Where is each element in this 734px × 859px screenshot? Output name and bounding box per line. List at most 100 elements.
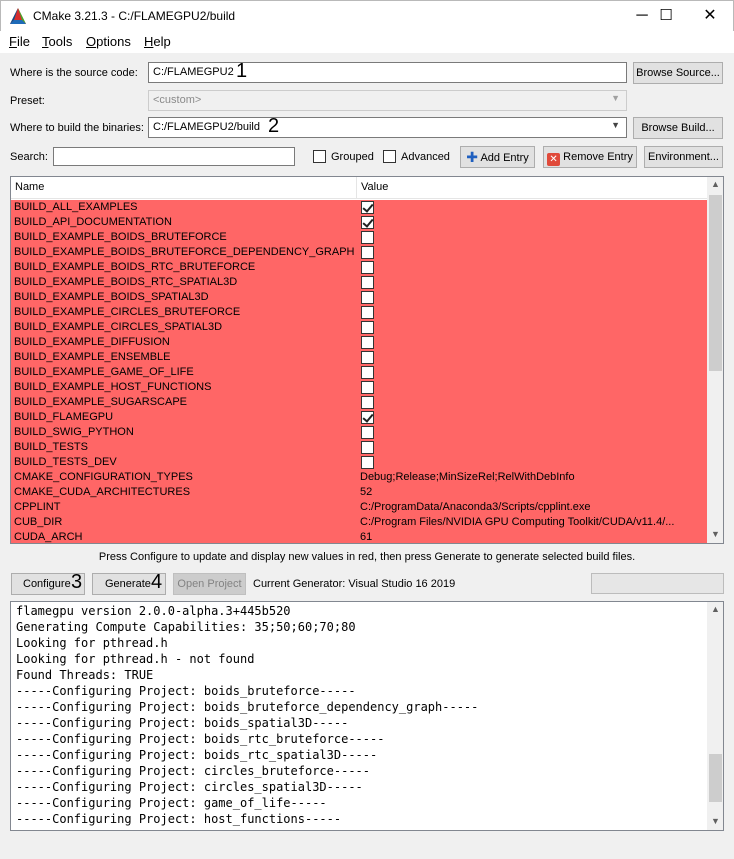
- search-label: Search:: [10, 151, 48, 163]
- annotation-3: 3: [71, 571, 83, 593]
- column-name[interactable]: Name: [15, 181, 44, 193]
- row-name: BUILD_EXAMPLE_DIFFUSION: [14, 336, 170, 348]
- open-project-button[interactable]: Open Project: [173, 573, 246, 595]
- output-line: -----Configuring Project: boids_rtc_spat…: [16, 748, 378, 762]
- row-name: BUILD_EXAMPLE_HOST_FUNCTIONS: [14, 381, 212, 393]
- row-value[interactable]: C:/Program Files/NVIDIA GPU Computing To…: [360, 516, 674, 528]
- source-path-input[interactable]: C:/FLAMEGPU2: [148, 62, 627, 83]
- table-row[interactable]: BUILD_EXAMPLE_SUGARSCAPE: [11, 395, 707, 410]
- column-separator: [356, 177, 357, 199]
- table-row[interactable]: BUILD_EXAMPLE_CIRCLES_SPATIAL3D: [11, 320, 707, 335]
- menu-options[interactable]: Options: [86, 34, 131, 49]
- row-name: BUILD_EXAMPLE_BOIDS_RTC_SPATIAL3D: [14, 276, 238, 288]
- table-row[interactable]: BUILD_ALL_EXAMPLES: [11, 200, 707, 215]
- menu-help[interactable]: Help: [144, 34, 171, 49]
- table-row[interactable]: BUILD_EXAMPLE_BOIDS_BRUTEFORCE: [11, 230, 707, 245]
- table-row[interactable]: BUILD_EXAMPLE_CIRCLES_BRUTEFORCE: [11, 305, 707, 320]
- x-icon: ✕: [547, 153, 561, 166]
- scroll-up-icon[interactable]: ▲: [707, 604, 723, 614]
- grouped-label: Grouped: [331, 151, 374, 163]
- table-row[interactable]: CUB_DIR C:/Program Files/NVIDIA GPU Compu…: [11, 515, 707, 530]
- row-name: BUILD_EXAMPLE_BOIDS_RTC_BRUTEFORCE: [14, 261, 256, 273]
- source-label: Where is the source code:: [10, 67, 138, 79]
- output-line: Looking for pthread.h - not found: [16, 652, 255, 666]
- add-entry-button[interactable]: ✚ Add Entry: [460, 146, 535, 168]
- title-bar: CMake 3.21.3 - C:/FLAMEGPU2/build ─ ☐ ✕: [0, 0, 734, 31]
- table-row[interactable]: BUILD_API_DOCUMENTATION: [11, 215, 707, 230]
- scroll-down-icon[interactable]: ▼: [707, 529, 723, 539]
- preset-select[interactable]: <custom> ▼: [148, 90, 627, 111]
- current-generator: Current Generator: Visual Studio 16 2019: [253, 578, 456, 590]
- browse-source-button[interactable]: Browse Source...: [633, 62, 723, 84]
- row-name: BUILD_TESTS: [14, 441, 88, 453]
- remove-entry-button[interactable]: ✕ Remove Entry: [543, 146, 637, 168]
- row-value[interactable]: Debug;Release;MinSizeRel;RelWithDebInfo: [360, 471, 575, 483]
- table-row[interactable]: BUILD_TESTS_DEV: [11, 455, 707, 470]
- row-name: BUILD_EXAMPLE_CIRCLES_BRUTEFORCE: [14, 306, 241, 318]
- close-button[interactable]: ✕: [687, 1, 733, 31]
- chevron-down-icon: ▼: [611, 93, 620, 103]
- table-header: Name Value: [11, 177, 707, 199]
- table-row[interactable]: BUILD_SWIG_PYTHON: [11, 425, 707, 440]
- table-row[interactable]: BUILD_EXAMPLE_DIFFUSION: [11, 335, 707, 350]
- row-name: CMAKE_CONFIGURATION_TYPES: [14, 471, 193, 483]
- menu-bar: File Tools Options Help: [0, 31, 734, 53]
- table-row[interactable]: CPPLINT C:/ProgramData/Anaconda3/Scripts/…: [11, 500, 707, 515]
- row-name: BUILD_TESTS_DEV: [14, 456, 117, 468]
- row-value[interactable]: C:/ProgramData/Anaconda3/Scripts/cpplint…: [360, 501, 591, 513]
- row-name: BUILD_EXAMPLE_BOIDS_SPATIAL3D: [14, 291, 209, 303]
- scroll-down-icon[interactable]: ▼: [707, 816, 723, 826]
- row-value[interactable]: 52: [360, 486, 372, 498]
- output-line: -----Configuring Project: circles_brutef…: [16, 764, 371, 778]
- table-row[interactable]: BUILD_EXAMPLE_ENSEMBLE: [11, 350, 707, 365]
- row-name: BUILD_EXAMPLE_SUGARSCAPE: [14, 396, 188, 408]
- output-line: -----Configuring Project: boids_spatial3…: [16, 716, 349, 730]
- table-row[interactable]: BUILD_EXAMPLE_BOIDS_RTC_SPATIAL3D: [11, 275, 707, 290]
- menu-file[interactable]: File: [9, 34, 30, 49]
- row-name: CUB_DIR: [14, 516, 63, 528]
- output-line: -----Configuring Project: boids_rtc_brut…: [16, 732, 385, 746]
- table-row[interactable]: BUILD_EXAMPLE_GAME_OF_LIFE: [11, 365, 707, 380]
- table-row[interactable]: BUILD_EXAMPLE_BOIDS_BRUTEFORCE_DEPENDENC…: [11, 245, 707, 260]
- row-name: CPPLINT: [14, 501, 61, 513]
- table-row[interactable]: CUDA_ARCH 61: [11, 530, 707, 543]
- table-row[interactable]: BUILD_TESTS: [11, 440, 707, 455]
- output-scroll-thumb[interactable]: [709, 754, 722, 802]
- window-title: CMake 3.21.3 - C:/FLAMEGPU2/build: [33, 9, 236, 23]
- table-row[interactable]: BUILD_EXAMPLE_HOST_FUNCTIONS: [11, 380, 707, 395]
- advanced-label: Advanced: [401, 151, 450, 163]
- preset-value: <custom>: [153, 94, 202, 106]
- advanced-checkbox[interactable]: [383, 150, 396, 166]
- output-line: Looking for pthread.h: [16, 636, 168, 650]
- add-entry-label: Add Entry: [480, 152, 529, 164]
- row-name: BUILD_EXAMPLE_CIRCLES_SPATIAL3D: [14, 321, 223, 333]
- progress-bar: [591, 573, 724, 594]
- table-scroll-thumb[interactable]: [709, 195, 722, 371]
- row-value[interactable]: 61: [360, 531, 372, 543]
- maximize-button[interactable]: ☐: [643, 1, 689, 31]
- table-row[interactable]: BUILD_EXAMPLE_BOIDS_SPATIAL3D: [11, 290, 707, 305]
- output-log[interactable]: flamegpu version 2.0.0-alpha.3+445b520 Ge…: [10, 601, 724, 831]
- row-name: BUILD_EXAMPLE_ENSEMBLE: [14, 351, 171, 363]
- row-name: BUILD_FLAMEGPU: [14, 411, 114, 423]
- browse-build-button[interactable]: Browse Build...: [633, 117, 723, 139]
- table-row[interactable]: BUILD_EXAMPLE_BOIDS_RTC_BRUTEFORCE: [11, 260, 707, 275]
- scroll-up-icon[interactable]: ▲: [707, 179, 723, 189]
- column-value[interactable]: Value: [361, 181, 388, 193]
- row-name: BUILD_ALL_EXAMPLES: [14, 201, 138, 213]
- output-line: Generating Compute Capabilities: 35;50;6…: [16, 620, 356, 634]
- search-input[interactable]: [53, 147, 295, 166]
- row-name: BUILD_EXAMPLE_BOIDS_BRUTEFORCE: [14, 231, 227, 243]
- grouped-checkbox[interactable]: [313, 150, 326, 166]
- table-row[interactable]: CMAKE_CONFIGURATION_TYPES Debug;Release;M…: [11, 470, 707, 485]
- menu-tools[interactable]: Tools: [42, 34, 72, 49]
- output-line: -----Configuring Project: host_functions…: [16, 812, 342, 826]
- annotation-2: 2: [268, 115, 280, 137]
- environment-button[interactable]: Environment...: [644, 146, 723, 168]
- table-row[interactable]: CMAKE_CUDA_ARCHITECTURES 52: [11, 485, 707, 500]
- output-line: -----Configuring Project: boids_brutefor…: [16, 684, 356, 698]
- table-row[interactable]: BUILD_FLAMEGPU: [11, 410, 707, 425]
- row-name: BUILD_SWIG_PYTHON: [14, 426, 134, 438]
- binaries-path-select[interactable]: C:/FLAMEGPU2/build ▼: [148, 117, 627, 138]
- remove-entry-label: Remove Entry: [563, 151, 633, 163]
